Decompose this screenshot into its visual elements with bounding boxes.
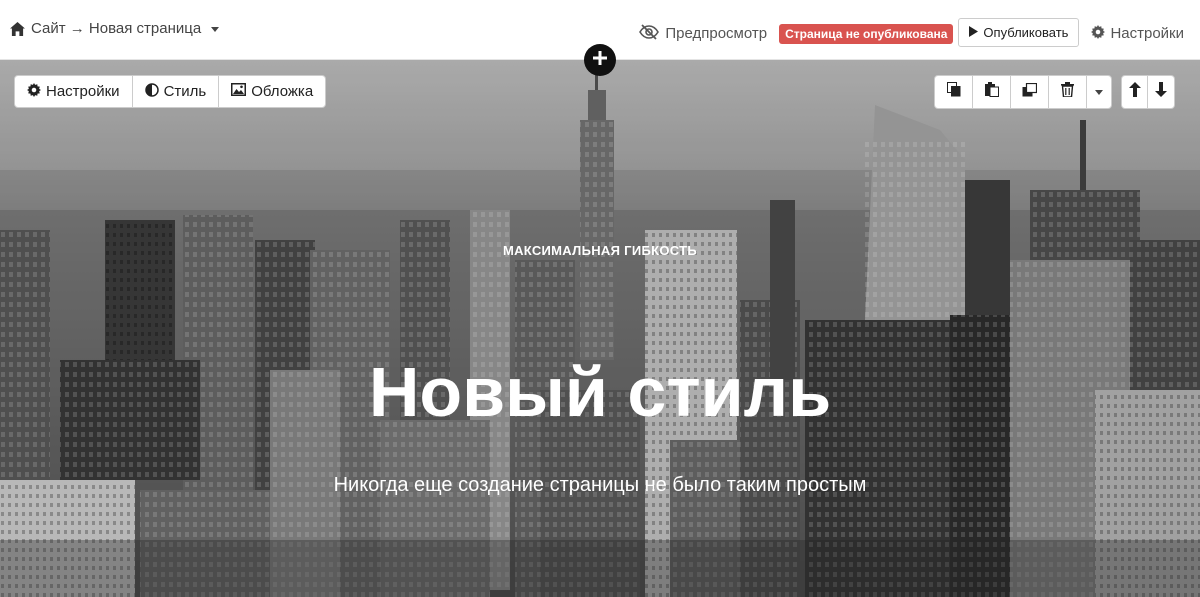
move-down-button[interactable] [1148,76,1174,108]
block-settings-button[interactable]: Настройки [15,76,133,107]
status-badge: Страница не опубликована [779,23,954,44]
publish-button[interactable]: Опубликовать [958,18,1080,47]
home-icon [10,21,25,36]
block-edit-actions [934,75,1112,109]
block-settings-label: Настройки [46,83,120,100]
copy-button[interactable] [935,76,973,108]
hero-subtitle[interactable]: Никогда еще создание страницы не было та… [0,474,1200,497]
block-style-label: Стиль [163,83,207,100]
image-icon [231,83,247,100]
play-icon [969,25,979,40]
preview-link[interactable]: Предпросмотр [639,23,768,44]
paste-icon [984,82,999,102]
chevron-down-icon [1095,89,1103,95]
eye-slash-icon [639,23,660,44]
hero-title[interactable]: Новый стиль [0,352,1200,432]
settings-label: Настройки [1110,25,1184,42]
arrow-up-icon [1128,82,1141,102]
caret-down-icon [211,27,220,32]
contrast-icon [144,82,159,101]
block-style-button[interactable]: Стиль [133,76,220,107]
hero-overlay [0,60,1200,597]
block-toolbar-left: Настройки Стиль Обложка [14,75,327,108]
gear-icon [1091,24,1106,43]
breadcrumb-text: Сайт → Новая страница [31,20,202,37]
move-up-button[interactable] [1122,76,1148,108]
preview-label: Предпросмотр [665,25,768,42]
add-block-button[interactable] [584,44,616,76]
breadcrumb-dropdown[interactable]: Сайт → Новая страница [10,20,220,37]
gear-icon [27,82,41,101]
arrow-down-icon [1155,82,1167,102]
hero-cover-block[interactable] [0,60,1200,597]
paste-button[interactable] [973,76,1011,108]
duplicate-icon [1022,82,1038,102]
block-cover-label: Обложка [251,83,314,100]
trash-icon [1061,82,1074,102]
plus-icon [592,50,608,71]
more-actions-dropdown[interactable] [1087,76,1111,108]
publish-label: Опубликовать [983,25,1069,40]
block-cover-button[interactable]: Обложка [219,76,325,107]
delete-button[interactable] [1049,76,1087,108]
block-move-actions [1121,75,1175,109]
hero-eyebrow[interactable]: МАКСИМАЛЬНАЯ ГИБКОСТЬ [0,243,1200,258]
copy-icon [946,82,961,102]
duplicate-button[interactable] [1011,76,1049,108]
page-settings-link[interactable]: Настройки [1091,24,1184,43]
